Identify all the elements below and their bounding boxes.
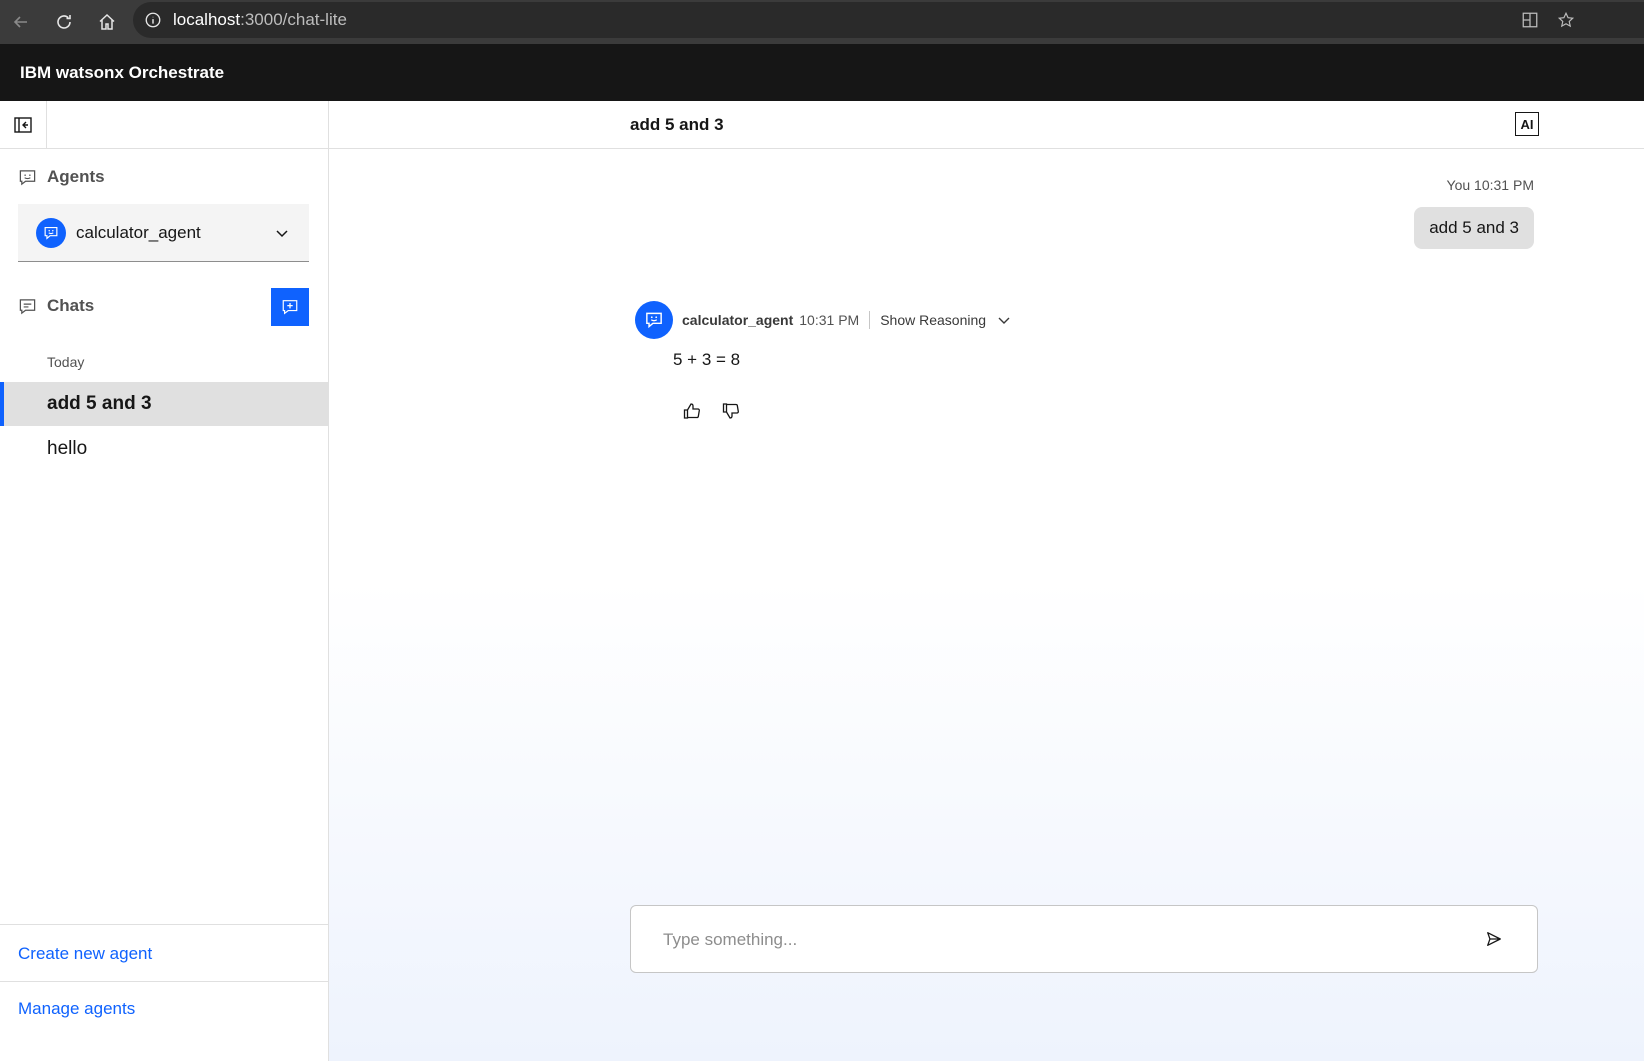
footer-divider <box>0 981 328 982</box>
chevron-down-icon[interactable] <box>996 312 1012 328</box>
ai-badge[interactable]: AI <box>1515 112 1539 136</box>
agent-dropdown[interactable]: calculator_agent <box>18 204 309 262</box>
url-text: localhost:3000/chat-lite <box>173 10 347 30</box>
back-icon[interactable] <box>3 4 39 40</box>
show-reasoning-button[interactable]: Show Reasoning <box>880 312 986 328</box>
sidebar: Agents calculator_agent Chats Today add … <box>0 101 329 1061</box>
url-host: localhost <box>173 10 241 29</box>
address-bar[interactable]: localhost:3000/chat-lite <box>133 2 1644 38</box>
today-group-label: Today <box>47 354 85 370</box>
footer-divider <box>0 924 328 925</box>
send-icon[interactable] <box>1483 928 1505 950</box>
home-icon[interactable] <box>89 4 125 40</box>
chat-list-item-add-5-and-3[interactable]: add 5 and 3 <box>0 382 328 426</box>
new-chat-button[interactable] <box>271 288 309 326</box>
agents-section-header: Agents <box>18 167 105 187</box>
site-info-icon[interactable] <box>143 10 163 30</box>
chat-list-item-label: add 5 and 3 <box>47 393 152 414</box>
agents-label: Agents <box>47 167 105 186</box>
chat-header: add 5 and 3 AI <box>329 101 1644 149</box>
url-path: :3000/chat-lite <box>240 10 347 29</box>
message-composer <box>630 905 1538 973</box>
manage-agents-link[interactable]: Manage agents <box>18 999 135 1019</box>
new-chat-icon <box>282 300 298 315</box>
bot-time: 10:31 PM <box>799 312 860 328</box>
agent-avatar <box>635 301 673 339</box>
reload-icon[interactable] <box>46 4 82 40</box>
bot-message-header: calculator_agent 10:31 PM Show Reasoning <box>635 301 1012 339</box>
thumbs-up-icon[interactable] <box>680 399 704 423</box>
app-header: IBM watsonx Orchestrate <box>0 44 1644 101</box>
chats-section-header: Chats <box>18 296 94 316</box>
thumbs-down-icon[interactable] <box>719 399 743 423</box>
user-message-meta: You 10:31 PM <box>1446 177 1534 193</box>
chevron-down-icon <box>276 230 288 238</box>
agent-avatar <box>36 217 66 248</box>
message-input[interactable] <box>663 926 1443 954</box>
selected-agent-name: calculator_agent <box>76 222 201 242</box>
chat-panel: add 5 and 3 AI You 10:31 PM add 5 and 3 … <box>329 101 1644 1061</box>
chat-title: add 5 and 3 <box>630 115 724 134</box>
bot-message-text: 5 + 3 = 8 <box>673 350 741 369</box>
app-title: IBM watsonx Orchestrate <box>20 62 225 82</box>
create-new-agent-link[interactable]: Create new agent <box>18 944 152 964</box>
chat-icon <box>19 298 36 314</box>
collapse-sidebar-icon[interactable] <box>0 101 47 148</box>
chat-list-item-hello[interactable]: hello <box>0 427 328 471</box>
divider <box>869 311 871 329</box>
chat-list-item-label: hello <box>47 438 88 459</box>
favorite-star-icon[interactable] <box>1554 8 1578 32</box>
user-message-bubble: add 5 and 3 <box>1414 207 1534 249</box>
agent-chat-icon <box>19 169 36 185</box>
chats-label: Chats <box>47 296 95 315</box>
bot-name: calculator_agent <box>682 312 794 328</box>
browser-toolbar: localhost:3000/chat-lite <box>0 0 1644 44</box>
split-screen-icon[interactable] <box>1518 8 1542 32</box>
sidebar-toolbar <box>0 101 328 149</box>
